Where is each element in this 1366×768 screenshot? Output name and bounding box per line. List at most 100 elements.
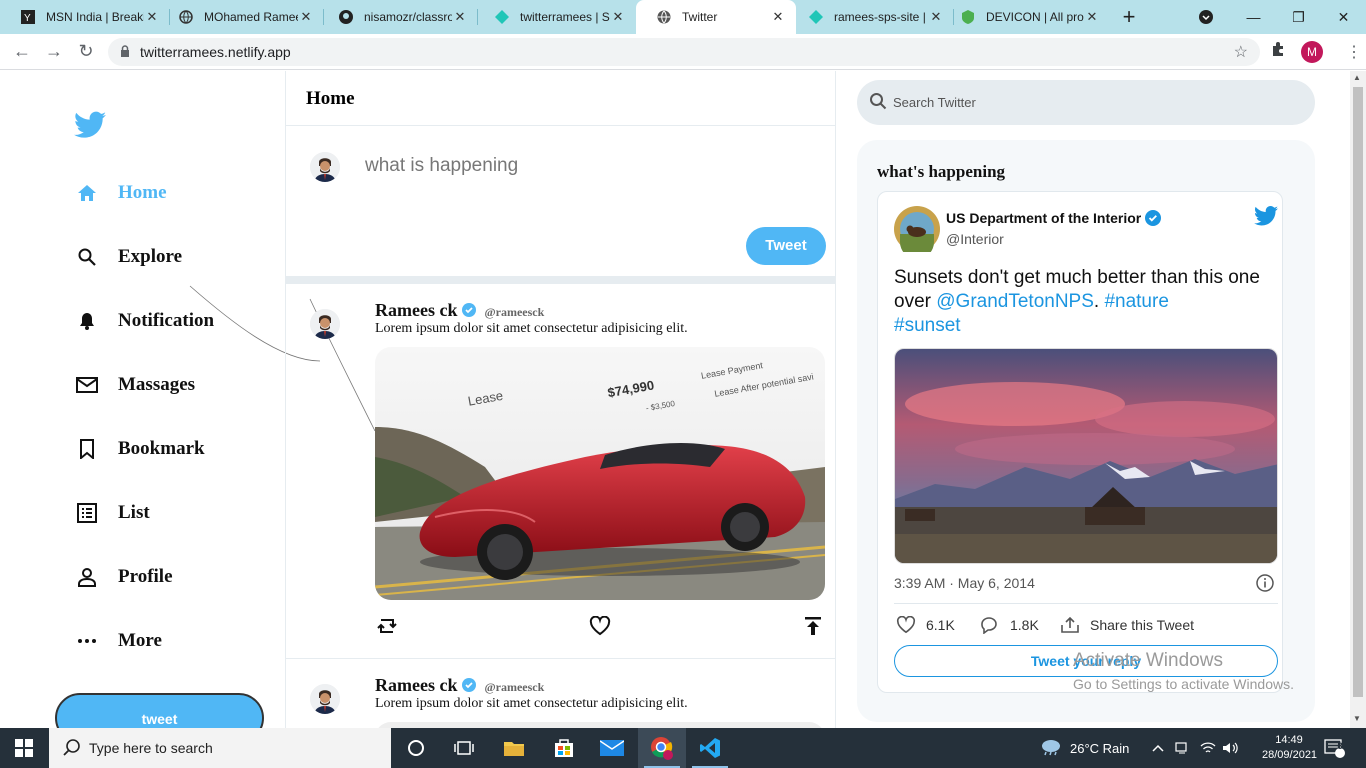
wifi-icon[interactable]: [1200, 728, 1216, 768]
window-close-icon[interactable]: ✕: [1321, 9, 1366, 26]
weather-widget[interactable]: 26°C Rain: [1040, 728, 1129, 768]
verified-icon: [461, 675, 476, 695]
twitter-bird-icon[interactable]: [1254, 206, 1278, 231]
address-bar[interactable]: twitterramees.netlify.app ☆: [108, 38, 1260, 66]
widget-title: what's happening: [877, 162, 1006, 181]
tab-search-icon[interactable]: [1198, 9, 1214, 30]
nav-home[interactable]: Home: [76, 178, 167, 208]
tab-msn[interactable]: Y MSN India | Breaki ✕: [0, 0, 170, 34]
embedded-tweet[interactable]: US Department of the Interior @Interior …: [877, 191, 1283, 693]
netlify-icon: [808, 9, 824, 25]
post-author[interactable]: Ramees ck @rameesck: [375, 675, 544, 696]
post-avatar: [310, 684, 340, 714]
retweet-icon[interactable]: [376, 616, 398, 641]
search-icon: [76, 246, 98, 268]
post-avatar: [310, 309, 340, 339]
close-icon[interactable]: ✕: [298, 9, 314, 25]
chevron-up-icon[interactable]: [1152, 728, 1164, 768]
compose-input[interactable]: what is happening: [365, 155, 518, 177]
post-image[interactable]: Lease $74,990 Lease Payment Lease After …: [375, 347, 825, 600]
post-author[interactable]: Ramees ck @rameesck: [375, 300, 544, 321]
tab-ramees-sps[interactable]: ramees-sps-site | ✕: [788, 0, 954, 34]
nav-profile[interactable]: Profile: [76, 562, 173, 592]
compose-avatar: [310, 152, 340, 182]
like-action[interactable]: 6.1K: [896, 616, 955, 634]
heart-icon: [896, 616, 916, 634]
search-twitter-input[interactable]: Search Twitter: [857, 80, 1315, 125]
forward-arrow-icon[interactable]: →: [38, 36, 70, 68]
mention-link[interactable]: @GrandTetonNPS: [936, 291, 1094, 312]
extensions-icon[interactable]: [1270, 40, 1288, 63]
scroll-up-icon[interactable]: ▲: [1353, 73, 1361, 82]
globe-icon: [178, 9, 194, 25]
scrollbar-thumb[interactable]: [1353, 87, 1363, 697]
search-icon: [63, 738, 81, 759]
minimize-icon[interactable]: —: [1231, 9, 1276, 25]
compose-tweet-button[interactable]: Tweet: [746, 227, 826, 265]
notification-count: 8: [1337, 741, 1343, 751]
embed-handle[interactable]: @Interior: [946, 231, 1004, 247]
msn-icon: Y: [20, 9, 36, 25]
reply-action[interactable]: 1.8K: [980, 616, 1039, 634]
bookmark-star-icon[interactable]: ☆: [1234, 42, 1248, 62]
share-upload-icon[interactable]: [804, 616, 822, 641]
embed-author[interactable]: US Department of the Interior: [946, 210, 1162, 226]
cortana-icon[interactable]: [392, 728, 440, 768]
github-icon: [338, 9, 354, 25]
interior-seal-avatar: [894, 206, 940, 259]
profile-avatar[interactable]: M: [1301, 41, 1323, 63]
windows-taskbar: Type here to search 26°C Rain 14:49 28/0…: [0, 728, 1366, 768]
nav-more[interactable]: More: [76, 626, 162, 656]
store-icon[interactable]: [540, 728, 588, 768]
feed-column: Home what is happening Tweet Ramees ck @…: [285, 71, 836, 728]
hashtag-link[interactable]: #nature: [1104, 291, 1168, 312]
nav-explore[interactable]: Explore: [76, 242, 182, 272]
share-action[interactable]: Share this Tweet: [1060, 616, 1194, 634]
windows-start-icon[interactable]: [0, 728, 48, 768]
tab-devicon[interactable]: DEVICON | All pro ✕: [940, 0, 1110, 34]
page-scrollbar[interactable]: ▲ ▼: [1350, 71, 1366, 728]
notification-center-icon[interactable]: 8: [1324, 728, 1346, 768]
feed-title: Home: [286, 71, 835, 126]
info-icon[interactable]: [1256, 574, 1274, 597]
nav-list[interactable]: List: [76, 498, 150, 528]
tab-mohamed[interactable]: MOhamed Ramee ✕: [158, 0, 324, 34]
close-icon[interactable]: ✕: [1084, 9, 1100, 25]
volume-icon[interactable]: [1222, 728, 1240, 768]
heart-icon[interactable]: [589, 615, 611, 641]
devicon-icon: [960, 9, 976, 25]
reload-icon[interactable]: ↻: [70, 36, 102, 68]
embed-sunset-image[interactable]: [894, 348, 1278, 564]
back-arrow-icon[interactable]: ←: [6, 36, 38, 68]
maximize-icon[interactable]: ❐: [1276, 9, 1321, 26]
mail-app-icon[interactable]: [588, 728, 636, 768]
new-tab-button[interactable]: +: [1116, 4, 1142, 30]
vscode-icon[interactable]: [686, 728, 734, 768]
hashtag-link[interactable]: #sunset: [894, 315, 961, 336]
browser-menu-icon[interactable]: ⋮: [1346, 42, 1362, 62]
post-text: Lorem ipsum dolor sit amet consectetur a…: [375, 696, 688, 711]
close-icon[interactable]: ✕: [770, 9, 786, 25]
close-icon[interactable]: ✕: [452, 9, 468, 25]
file-explorer-icon[interactable]: [490, 728, 538, 768]
tab-twitterramees[interactable]: twitterramees | Si ✕: [474, 0, 636, 34]
twitter-logo-icon[interactable]: [74, 111, 106, 144]
network-icon[interactable]: [1175, 728, 1191, 768]
nav-messages[interactable]: Massages: [76, 370, 195, 400]
taskbar-search-box[interactable]: Type here to search: [49, 728, 391, 768]
close-icon[interactable]: ✕: [610, 9, 626, 25]
divider: [894, 603, 1278, 604]
tab-twitter-active[interactable]: Twitter ✕: [636, 0, 796, 34]
sidebar-tweet-button[interactable]: tweet: [55, 693, 264, 728]
task-view-icon[interactable]: [440, 728, 488, 768]
post-text: Lorem ipsum dolor sit amet consectetur a…: [375, 321, 688, 336]
taskbar-clock[interactable]: 14:49 28/09/2021: [1262, 733, 1317, 763]
embed-timestamp[interactable]: 3:39 AM · May 6, 2014: [894, 575, 1035, 591]
chrome-taskbar-icon[interactable]: [638, 728, 686, 768]
list-icon: [76, 502, 98, 524]
tab-github[interactable]: nisamozr/classroo ✕: [318, 0, 478, 34]
scroll-down-icon[interactable]: ▼: [1353, 714, 1361, 723]
lock-icon: [120, 44, 130, 60]
browser-toolbar: ← → ↻ twitterramees.netlify.app ☆: [0, 34, 1366, 70]
page-viewport: Home Explore Notification Massages Bookm…: [0, 71, 1350, 728]
